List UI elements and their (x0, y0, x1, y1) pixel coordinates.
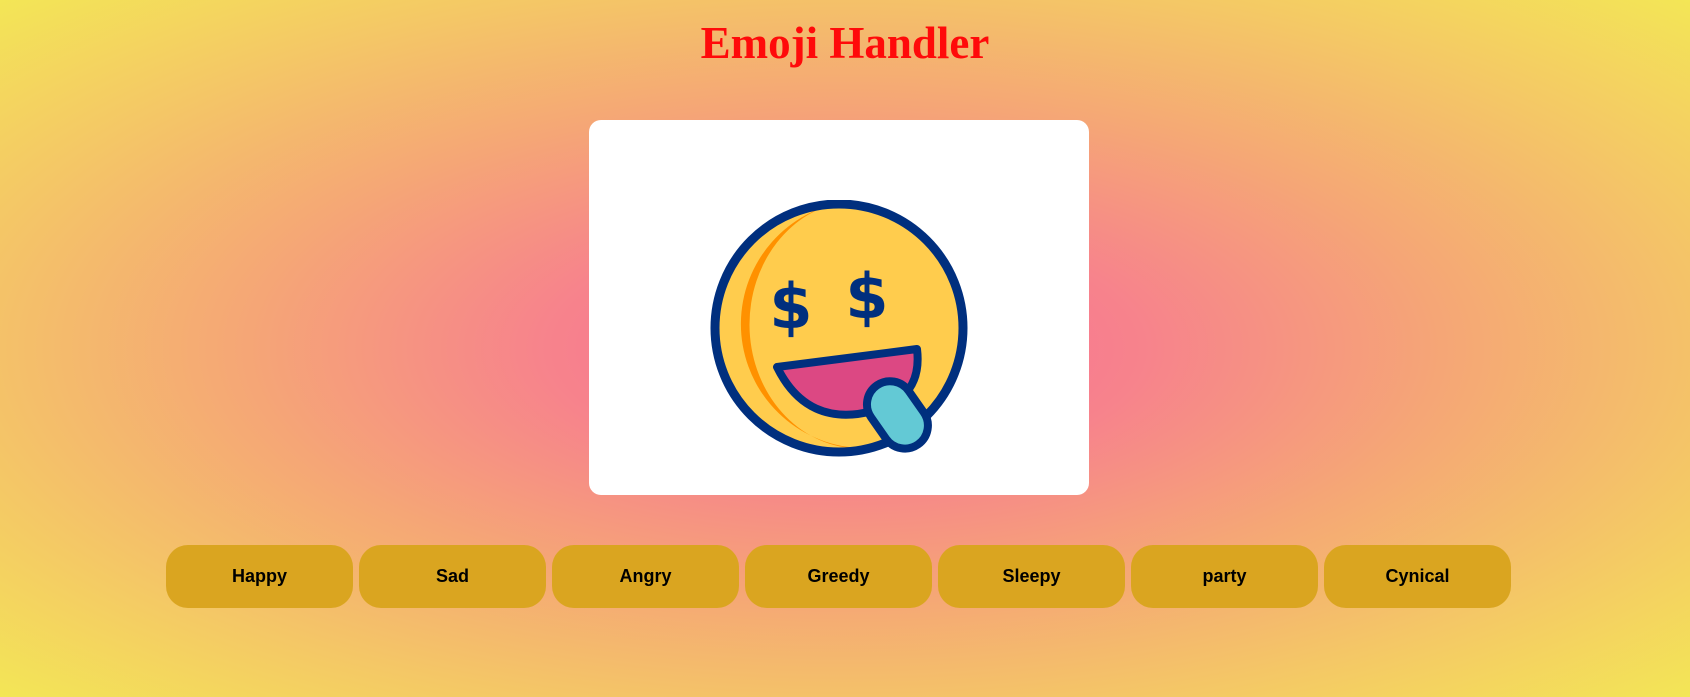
svg-text:$: $ (769, 270, 812, 343)
sad-button[interactable]: Sad (359, 545, 546, 608)
emoji-card: $ $ (589, 120, 1089, 495)
svg-text:$: $ (845, 260, 888, 333)
page-title: Emoji Handler (700, 18, 990, 68)
mood-button-row: Happy Sad Angry Greedy Sleepy party Cyni… (166, 545, 1511, 608)
party-button[interactable]: party (1131, 545, 1318, 608)
sleepy-button[interactable]: Sleepy (938, 545, 1125, 608)
money-mouth-face-icon: $ $ (710, 200, 968, 457)
greedy-button[interactable]: Greedy (745, 545, 932, 608)
happy-button[interactable]: Happy (166, 545, 353, 608)
cynical-button[interactable]: Cynical (1324, 545, 1511, 608)
angry-button[interactable]: Angry (552, 545, 739, 608)
